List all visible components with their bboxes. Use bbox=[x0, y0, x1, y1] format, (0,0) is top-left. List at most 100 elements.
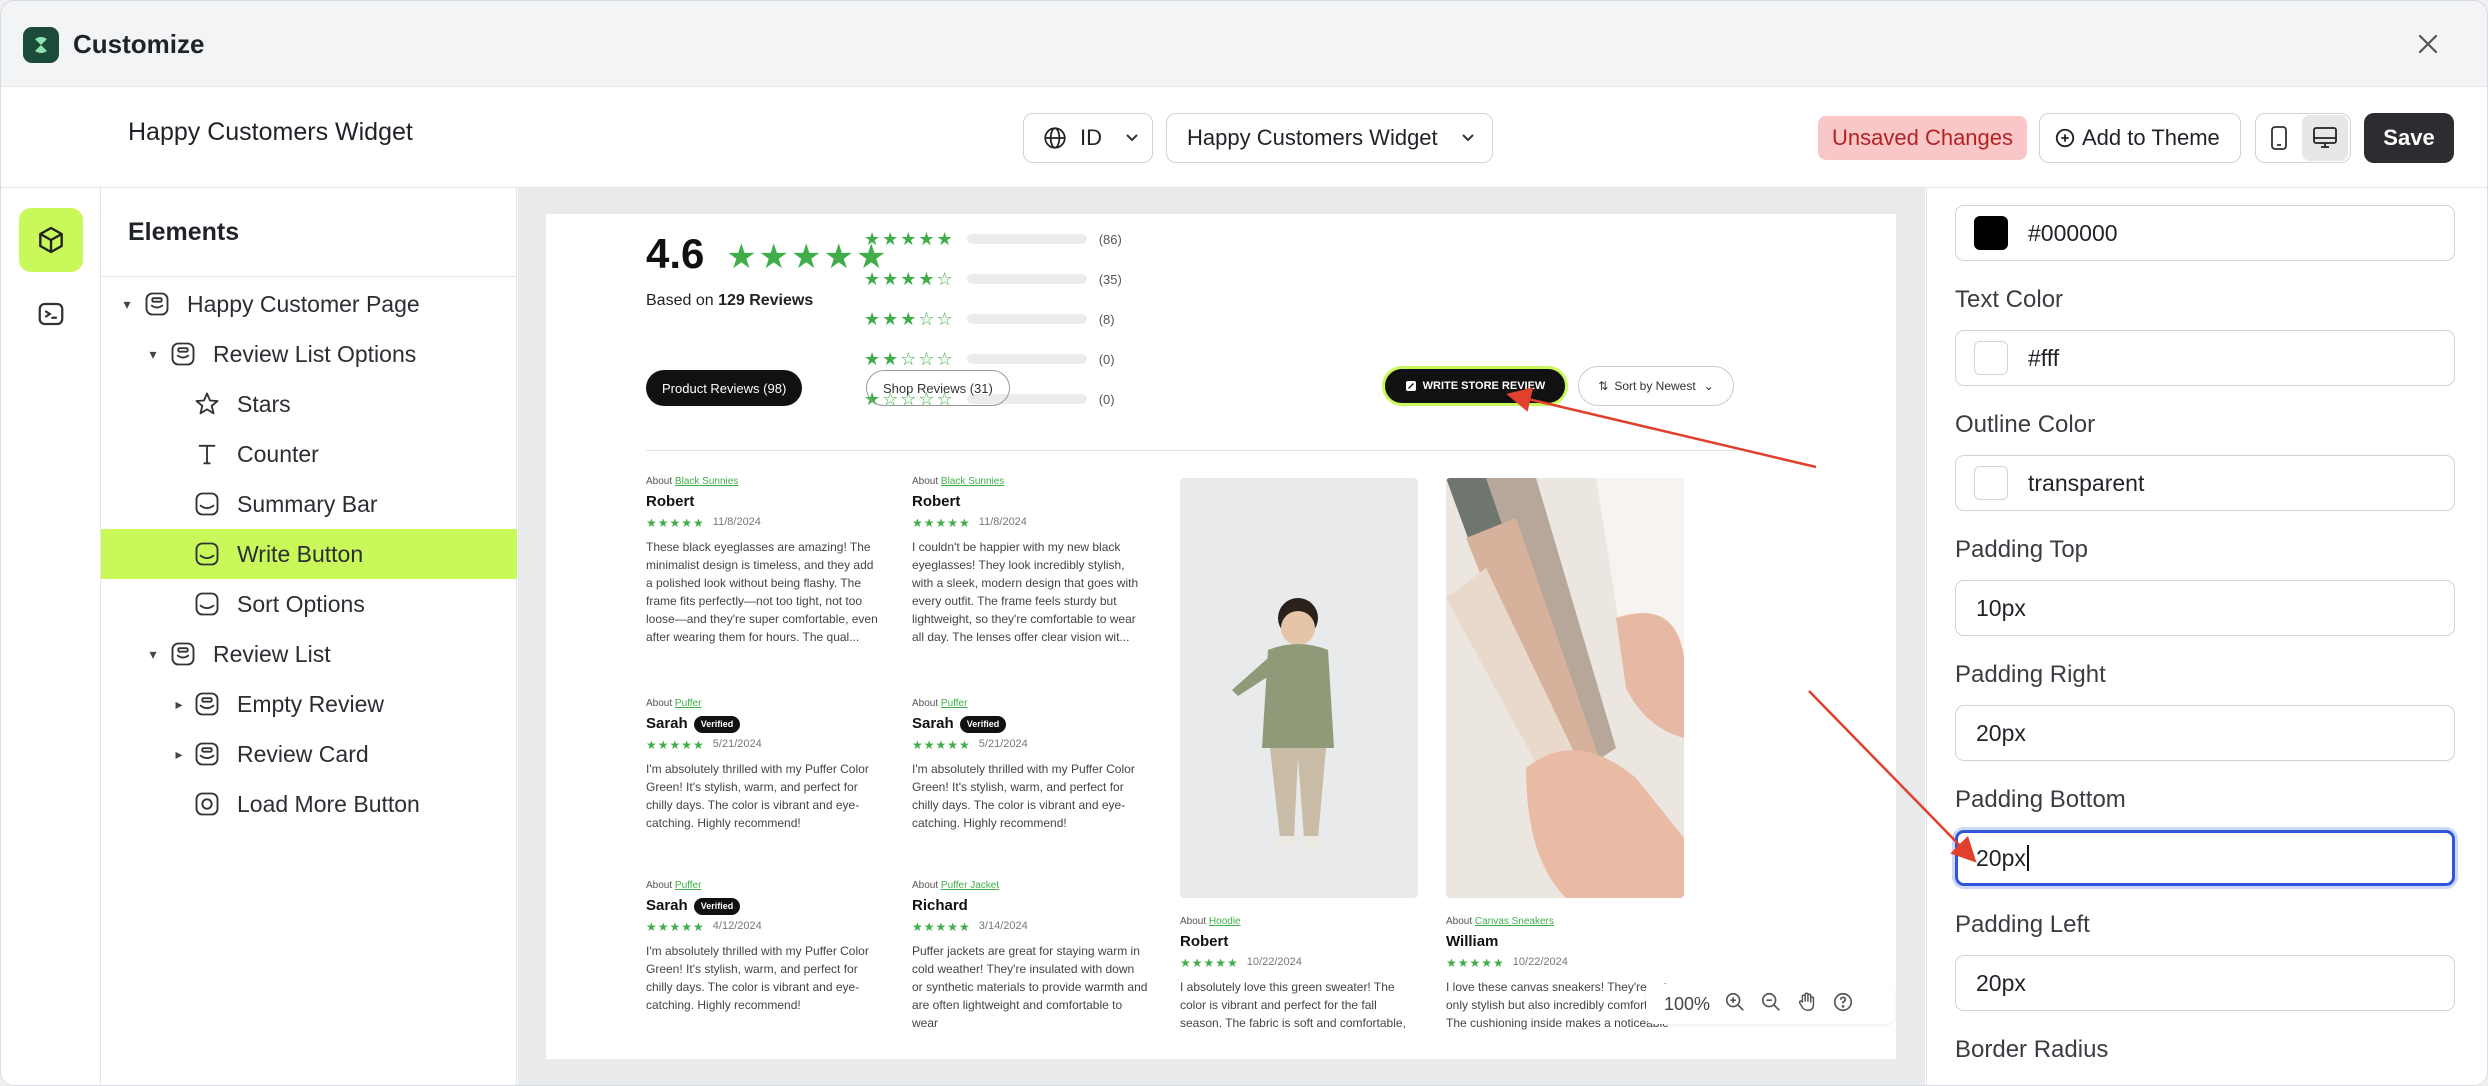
padding-top-input[interactable]: 10px bbox=[1955, 580, 2455, 636]
padding-right-input[interactable]: 20px bbox=[1955, 705, 2455, 761]
caret-right-icon[interactable]: ▸ bbox=[171, 746, 187, 763]
document-title: Happy Customers Widget bbox=[128, 118, 413, 146]
tree-item-label: Sort Options bbox=[237, 590, 365, 617]
review-product-link[interactable]: Canvas Sneakers bbox=[1475, 916, 1554, 927]
zoom-in-icon[interactable] bbox=[1724, 991, 1746, 1018]
review-product-link[interactable]: Puffer Jacket bbox=[941, 880, 999, 891]
sort-icon: ⇅ bbox=[1598, 379, 1609, 393]
tree-item-sort-options[interactable]: Sort Options bbox=[101, 579, 517, 629]
tree-item-label: Counter bbox=[237, 440, 319, 467]
tree-item-empty-review[interactable]: ▸ Empty Review bbox=[101, 679, 517, 729]
sort-by-newest-button[interactable]: ⇅ Sort by Newest ⌄ bbox=[1578, 366, 1734, 406]
tree-item-review-card[interactable]: ▸ Review Card bbox=[101, 729, 517, 779]
caret-down-icon[interactable]: ▾ bbox=[119, 296, 135, 313]
review-product-link[interactable]: Puffer bbox=[675, 698, 702, 709]
background-color-value: #000000 bbox=[2028, 219, 2118, 246]
color-swatch[interactable] bbox=[1974, 216, 2008, 250]
caret-down-icon[interactable]: ▾ bbox=[145, 346, 161, 363]
unsaved-changes-badge: Unsaved Changes bbox=[1818, 116, 2028, 160]
hand-icon[interactable] bbox=[1796, 991, 1818, 1018]
verified-badge: Verified bbox=[693, 715, 741, 733]
block-icon bbox=[191, 538, 223, 570]
template-select[interactable]: Happy Customers Widget bbox=[1166, 113, 1493, 163]
histogram-row: ★★★★★ (86) bbox=[864, 228, 1122, 249]
review-product-link[interactable]: Puffer bbox=[941, 698, 968, 709]
close-icon[interactable] bbox=[2411, 27, 2445, 61]
based-on-text: Based on 129 Reviews bbox=[646, 292, 814, 309]
tree-item-load-more-button[interactable]: Load More Button bbox=[101, 779, 517, 829]
border-radius-label: Border Radius bbox=[1955, 1036, 2109, 1063]
tree-item-happy-customer-page[interactable]: ▾ Happy Customer Page bbox=[101, 279, 517, 329]
padding-bottom-input[interactable]: 20px bbox=[1955, 830, 2455, 886]
histogram-row: ★★☆☆☆ (0) bbox=[864, 348, 1115, 369]
review-photo[interactable] bbox=[1180, 478, 1418, 898]
text-icon bbox=[191, 438, 223, 470]
properties-panel: #000000 Text Color #fff Outline Color tr… bbox=[1926, 188, 2487, 1085]
block-icon bbox=[191, 688, 223, 720]
mobile-icon bbox=[2271, 126, 2287, 150]
block-icon bbox=[191, 588, 223, 620]
terminal-icon bbox=[38, 302, 64, 326]
text-color-label: Text Color bbox=[1955, 286, 2064, 313]
padding-bottom-label: Padding Bottom bbox=[1955, 786, 2126, 813]
color-swatch[interactable] bbox=[1974, 341, 2008, 375]
block-icon bbox=[191, 488, 223, 520]
chevron-down-icon bbox=[1124, 125, 1140, 151]
elements-panel: Elements ▾ Happy Customer Page ▾ Review … bbox=[101, 188, 517, 1085]
block-icon bbox=[191, 738, 223, 770]
tab-product-reviews[interactable]: Product Reviews (98) bbox=[646, 370, 803, 406]
app-logo-icon bbox=[23, 27, 59, 63]
code-tab-button[interactable] bbox=[19, 282, 83, 346]
review-card: About Puffer Sarah Verified ★★★★★ 4/12/202… bbox=[646, 880, 869, 1012]
padding-left-label: Padding Left bbox=[1955, 911, 2090, 938]
tree-item-label: Empty Review bbox=[237, 690, 384, 717]
help-icon[interactable] bbox=[1832, 991, 1854, 1018]
histogram-row: ★★★☆☆ (8) bbox=[864, 308, 1115, 329]
tree-item-review-list-options[interactable]: ▾ Review List Options bbox=[101, 329, 517, 379]
review-photo[interactable] bbox=[1446, 478, 1684, 898]
mobile-view-button[interactable] bbox=[2256, 115, 2302, 161]
zoom-out-icon[interactable] bbox=[1760, 991, 1782, 1018]
tree-item-counter[interactable]: Counter bbox=[101, 429, 517, 479]
zoom-level: 100% bbox=[1664, 993, 1711, 1014]
tree-item-write-button[interactable]: Write Button bbox=[101, 529, 517, 579]
globe-icon bbox=[1044, 127, 1066, 149]
background-color-field[interactable]: #000000 bbox=[1955, 205, 2455, 261]
language-select[interactable]: ID bbox=[1023, 113, 1153, 163]
text-color-value: #fff bbox=[2028, 344, 2060, 371]
text-color-field[interactable]: #fff bbox=[1955, 330, 2455, 386]
plus-circle-icon bbox=[2055, 128, 2075, 148]
outline-color-field[interactable]: transparent bbox=[1955, 455, 2455, 511]
tree-item-label: Happy Customer Page bbox=[187, 290, 420, 317]
desktop-view-button[interactable] bbox=[2302, 115, 2348, 161]
tree-item-summary-bar[interactable]: Summary Bar bbox=[101, 479, 517, 529]
color-swatch[interactable] bbox=[1974, 466, 2008, 500]
tree-item-review-list[interactable]: ▾ Review List bbox=[101, 629, 517, 679]
review-card: About Puffer Sarah Verified ★★★★★ 5/21/202… bbox=[646, 698, 869, 830]
review-product-link[interactable]: Puffer bbox=[675, 880, 702, 891]
desktop-icon bbox=[2313, 127, 2337, 148]
title-bar: Customize bbox=[1, 1, 2487, 87]
caret-down-icon[interactable]: ▾ bbox=[145, 646, 161, 663]
review-card: About Black Sunnies Robert ★★★★★ 11/8/202… bbox=[646, 476, 878, 644]
review-product-link[interactable]: Hoodie bbox=[1209, 916, 1241, 927]
widget-preview: 4.6 ★★★★★ Based on 129 Reviews ★★★★★ (86)… bbox=[546, 214, 1896, 1059]
outline-color-value: transparent bbox=[2028, 469, 2145, 496]
edit-icon bbox=[1405, 381, 1416, 391]
top-toolbar: Happy Customers Widget ID Happy Customer… bbox=[1, 88, 2487, 188]
write-store-review-button[interactable]: WRITE STORE REVIEW bbox=[1382, 366, 1568, 406]
review-card: About Hoodie Robert ★★★★★ 10/22/2024 I ab… bbox=[1180, 916, 1406, 1030]
padding-left-input[interactable]: 20px bbox=[1955, 955, 2455, 1011]
tree-item-stars[interactable]: Stars bbox=[101, 379, 517, 429]
caret-right-icon[interactable]: ▸ bbox=[171, 696, 187, 713]
add-to-theme-button[interactable]: Add to Theme bbox=[2039, 113, 2241, 163]
save-button[interactable]: Save bbox=[2364, 113, 2454, 163]
outline-color-label: Outline Color bbox=[1955, 411, 2096, 438]
review-product-link[interactable]: Black Sunnies bbox=[675, 476, 738, 487]
device-toggle bbox=[2255, 113, 2351, 163]
widget-icon bbox=[191, 788, 223, 820]
tab-shop-reviews[interactable]: Shop Reviews (31) bbox=[866, 370, 1010, 406]
review-product-link[interactable]: Black Sunnies bbox=[941, 476, 1004, 487]
elements-tab-button[interactable] bbox=[19, 208, 83, 272]
canvas-area: 4.6 ★★★★★ Based on 129 Reviews ★★★★★ (86)… bbox=[518, 188, 1925, 1085]
